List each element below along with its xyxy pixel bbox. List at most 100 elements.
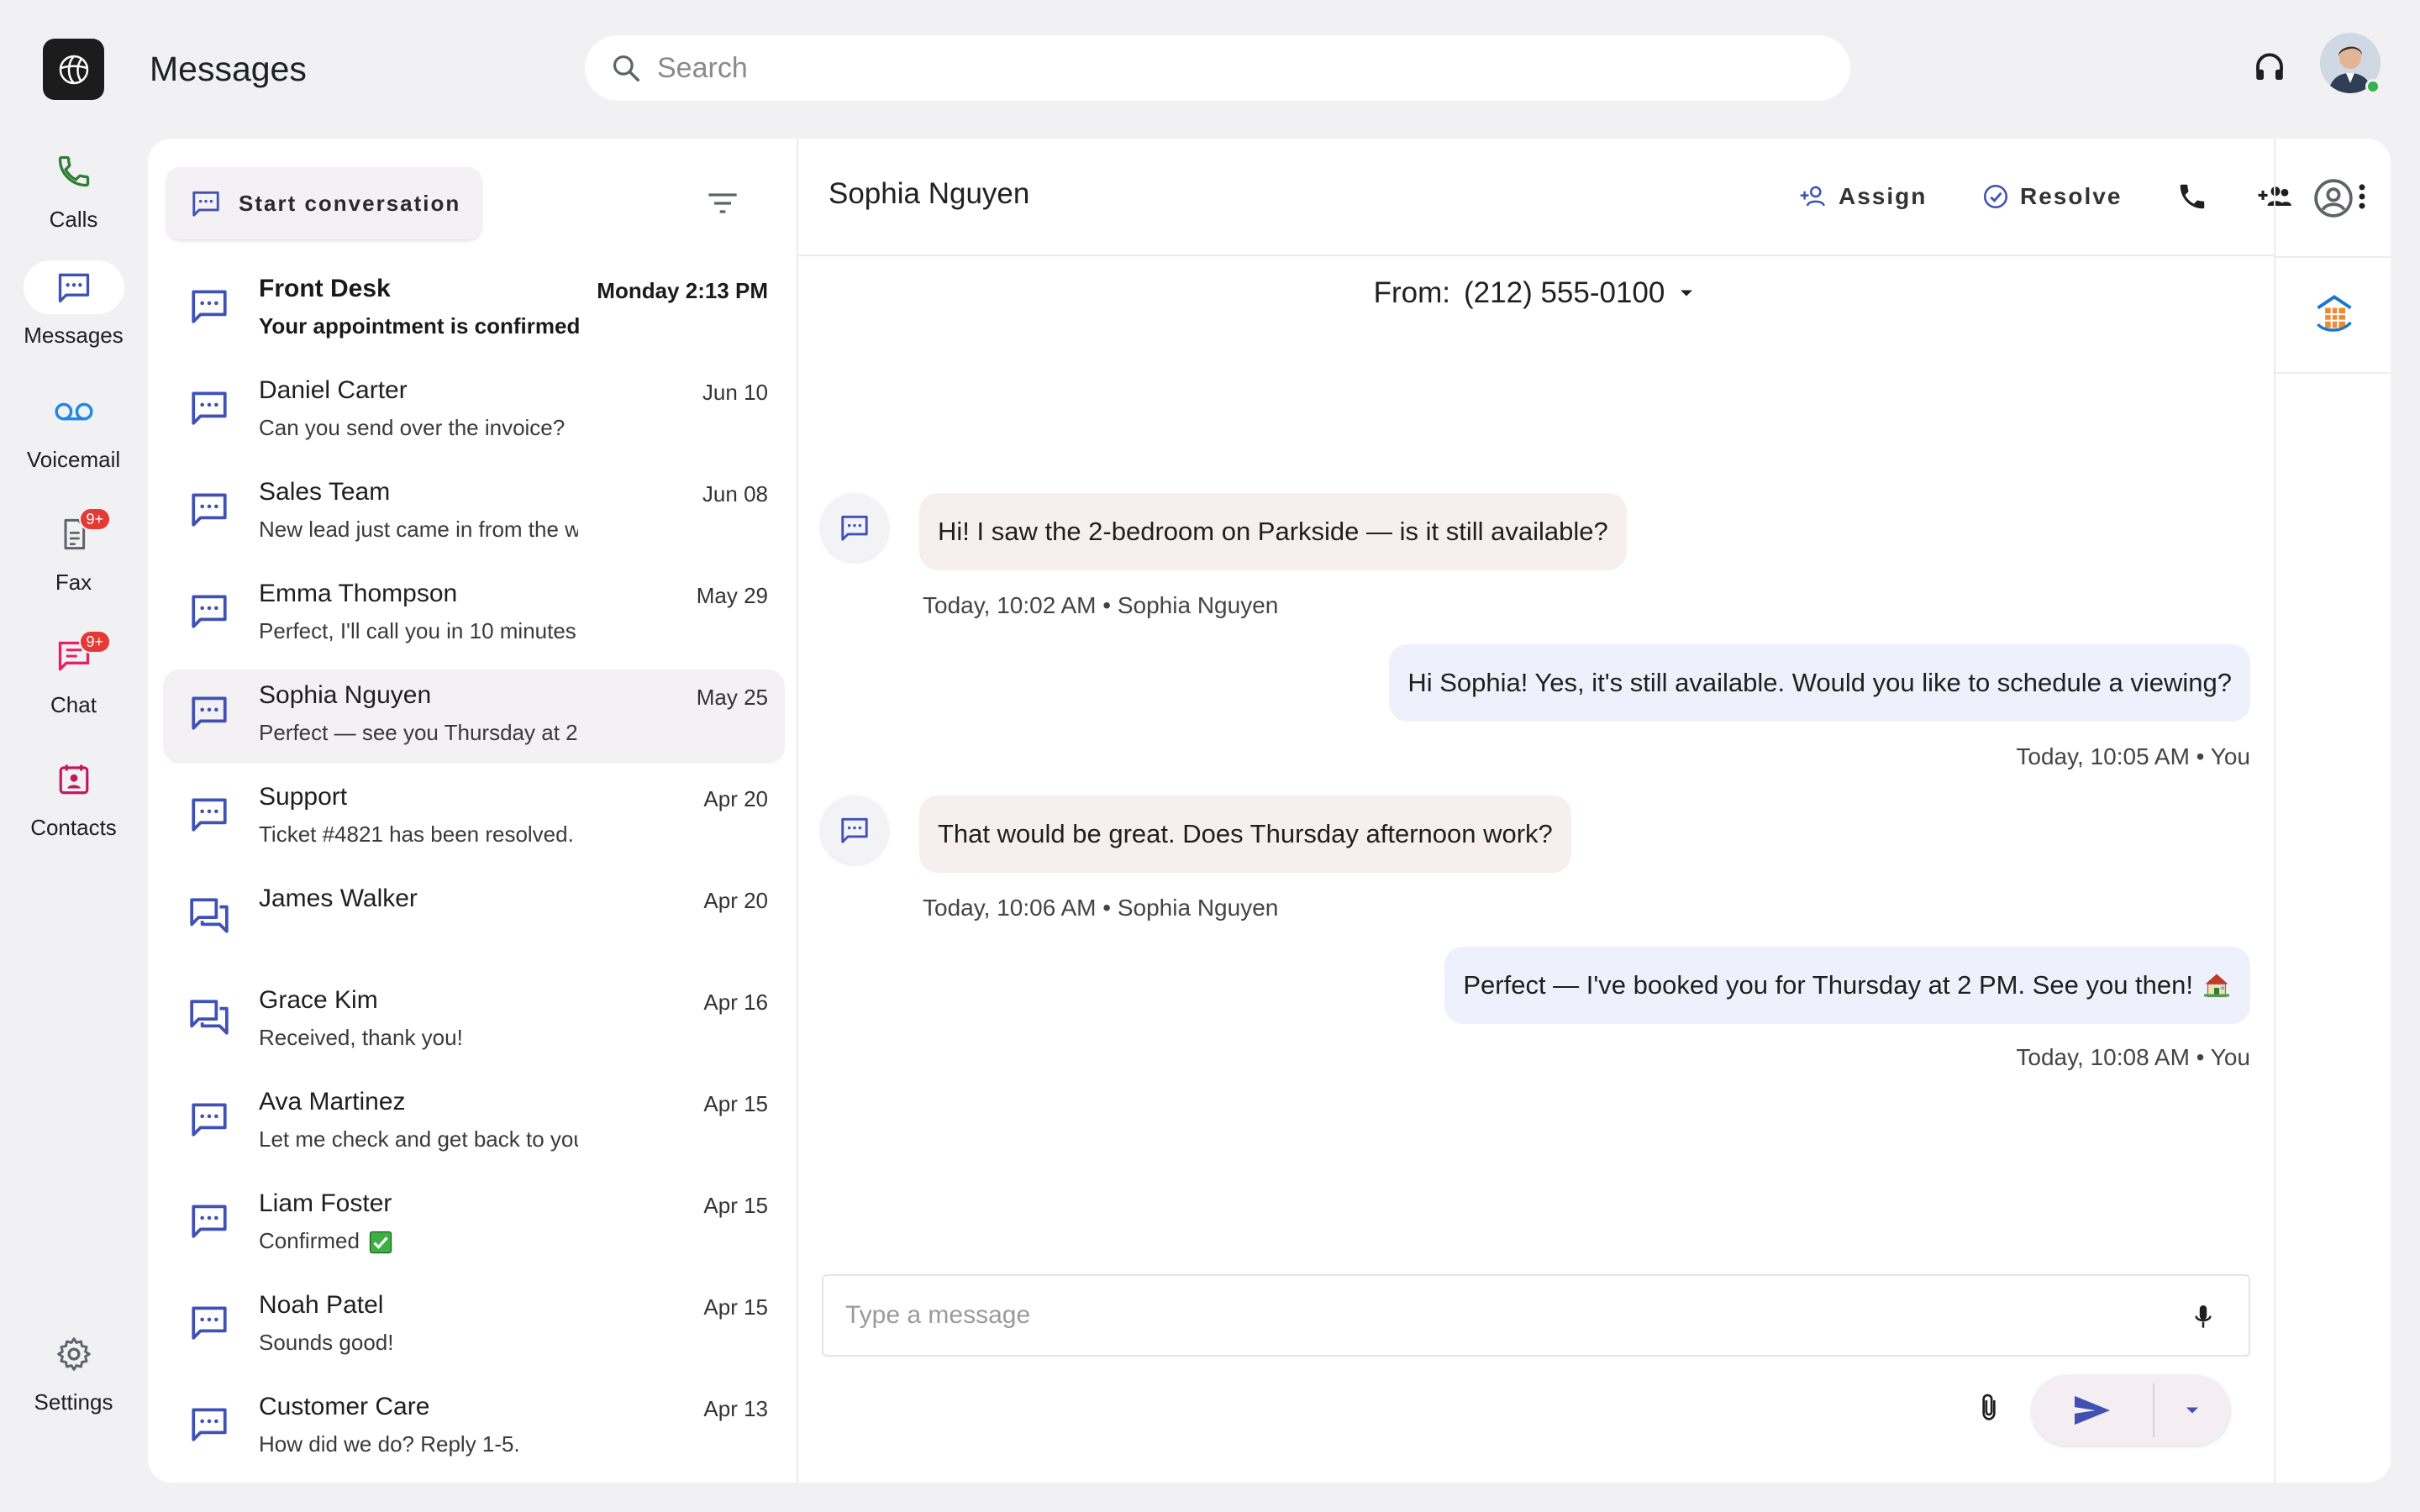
rail-item-chat[interactable]: 9+ Chat <box>0 630 147 718</box>
conversation-item[interactable]: Support Apr 20 Ticket #4821 has been resol… <box>163 771 785 865</box>
rail-label-settings: Settings <box>34 1389 113 1415</box>
conversation-preview: Can you send over the invoice? <box>259 415 565 441</box>
gear-icon <box>56 1337 91 1371</box>
message-icon <box>188 1200 230 1242</box>
conversation-preview: Confirmed <box>259 1228 393 1255</box>
conversation-preview-text: Ticket #4821 has been resolved. <box>259 822 574 847</box>
conversation-item[interactable]: Sales Team Jun 08 New lead just came in fr… <box>163 466 785 560</box>
rail-item-fax[interactable]: 9+ Fax <box>0 507 147 596</box>
message-icon <box>188 386 230 428</box>
conversation-date: May 29 <box>696 583 768 608</box>
start-conversation-button[interactable]: Start conversation <box>166 167 481 239</box>
conversation-name: Ava Martinez <box>259 1088 406 1116</box>
chat-header: Sophia Nguyen Assign Resolve <box>798 139 2365 256</box>
message-icon <box>188 691 230 733</box>
mic-button[interactable] <box>2191 1303 2215 1331</box>
contact-profile-button[interactable] <box>2312 177 2354 219</box>
right-rail <box>2274 139 2391 1483</box>
message-icon <box>188 793 230 835</box>
send-button[interactable] <box>2032 1375 2153 1446</box>
message-icon <box>58 273 89 303</box>
rail-label-fax: Fax <box>55 570 92 595</box>
rail-item-messages[interactable]: Messages <box>0 260 147 349</box>
search-bar[interactable] <box>585 35 1850 101</box>
send-options-button[interactable] <box>2154 1375 2230 1446</box>
message-composer[interactable] <box>822 1274 2250 1357</box>
conversation-item[interactable]: Front Desk Monday 2:13 PM Your appointment… <box>163 263 785 357</box>
conversation-name: Sophia Nguyen <box>259 681 432 709</box>
group-chat-icon <box>188 895 230 937</box>
conversation-date: Monday 2:13 PM <box>597 278 768 303</box>
rail-item-contacts[interactable]: Contacts <box>0 753 147 841</box>
conversation-item[interactable]: Liam Foster Apr 15 Confirmed <box>163 1178 785 1272</box>
check-circle-icon <box>1983 184 2008 209</box>
message-bubble-incoming: That would be great. Does Thursday after… <box>919 795 1571 873</box>
conversation-date: Jun 10 <box>702 380 768 405</box>
chat-contact-name: Sophia Nguyen <box>829 177 1030 210</box>
phone-icon <box>58 155 89 187</box>
filter-icon <box>708 193 737 213</box>
conversation-name: Support <box>259 783 348 811</box>
paperclip-icon <box>1982 1394 1996 1420</box>
filter-button[interactable] <box>706 189 739 218</box>
message-icon <box>192 191 219 217</box>
message-icon <box>188 488 230 530</box>
conversation-item[interactable]: Ava Martinez Apr 15 Let me check and get b… <box>163 1076 785 1170</box>
integration-app-button[interactable] <box>2312 291 2356 335</box>
resolve-button[interactable]: Resolve <box>1981 182 2122 211</box>
from-selector[interactable]: From: (212) 555-0100 <box>798 276 2274 310</box>
message-meta: Today, 10:02 AM • Sophia Nguyen <box>923 592 1279 618</box>
conversation-item[interactable]: Customer Care Apr 13 How did we do? Reply … <box>163 1381 785 1475</box>
conversation-date: Apr 15 <box>703 1294 768 1320</box>
presence-indicator <box>2365 79 2381 94</box>
fax-badge: 9+ <box>78 507 112 531</box>
conversation-name: Emma Thompson <box>259 580 458 607</box>
message-meta: Today, 10:08 AM • You <box>2016 1044 2250 1070</box>
conversation-preview: Your appointment is confirmed f <box>259 313 579 339</box>
conversation-item[interactable]: Grace Kim Apr 16 Received, thank you! <box>163 974 785 1068</box>
conversation-preview: Received, thank you! <box>259 1025 463 1051</box>
from-label: From: <box>1373 276 1451 309</box>
conversation-preview: How did we do? Reply 1-5. <box>259 1431 520 1457</box>
rail-item-voicemail[interactable]: Voicemail <box>0 385 147 473</box>
conversation-item[interactable]: James Walker Apr 20 <box>163 873 785 967</box>
conversation-date: Jun 08 <box>702 481 768 507</box>
message-text: That would be great. Does Thursday after… <box>938 819 1553 848</box>
attach-button[interactable] <box>1975 1392 2003 1424</box>
main-card: Start conversation Front Desk Monday 2:13… <box>148 139 2391 1483</box>
app-logo[interactable] <box>43 39 104 100</box>
call-button[interactable] <box>2176 181 2208 213</box>
conversation-date: Apr 20 <box>703 786 768 811</box>
search-input[interactable] <box>657 51 1791 85</box>
phone-icon <box>2180 184 2205 209</box>
conversation-preview-text: How did we do? Reply 1-5. <box>259 1431 520 1457</box>
message-input[interactable] <box>845 1301 2156 1330</box>
headset-button[interactable] <box>2252 50 2287 86</box>
conversation-name: Liam Foster <box>259 1189 392 1217</box>
caret-down-icon <box>2186 1407 2198 1414</box>
microphone-icon <box>2195 1305 2212 1328</box>
assign-button[interactable]: Assign <box>1798 182 1927 211</box>
conversation-date: Apr 15 <box>703 1193 768 1218</box>
conversation-name: Daniel Carter <box>259 376 408 404</box>
message-text: Hi Sophia! Yes, it's still available. Wo… <box>1407 668 2232 697</box>
conversation-item[interactable]: Emma Thompson May 29 Perfect, I'll call yo… <box>163 568 785 662</box>
message-icon <box>188 590 230 632</box>
conversation-item[interactable]: Noah Patel Apr 15 Sounds good! <box>163 1279 785 1373</box>
rail-item-calls[interactable]: Calls <box>0 144 147 233</box>
search-icon <box>613 55 639 81</box>
send-button-group <box>2032 1375 2230 1446</box>
resolve-label: Resolve <box>2020 183 2123 209</box>
voicemail-icon <box>54 402 93 421</box>
conversation-item[interactable]: Daniel Carter Jun 10 Can you send over the… <box>163 365 785 459</box>
headset-icon <box>2256 53 2283 80</box>
contacts-icon <box>59 764 88 795</box>
rail-item-settings[interactable]: Settings <box>0 1327 147 1415</box>
assign-icon <box>1800 186 1825 207</box>
conversation-preview-text: Perfect — see you Thursday at 2! <box>259 720 578 745</box>
group-chat-icon <box>188 996 230 1038</box>
message-bubble-incoming: Hi! I saw the 2-bedroom on Parkside — is… <box>919 493 1627 570</box>
conversation-preview: Sounds good! <box>259 1330 393 1356</box>
house-emoji-icon <box>2202 970 2232 1000</box>
conversation-item[interactable]: Sophia Nguyen May 25 Perfect — see you Thu… <box>163 669 785 764</box>
